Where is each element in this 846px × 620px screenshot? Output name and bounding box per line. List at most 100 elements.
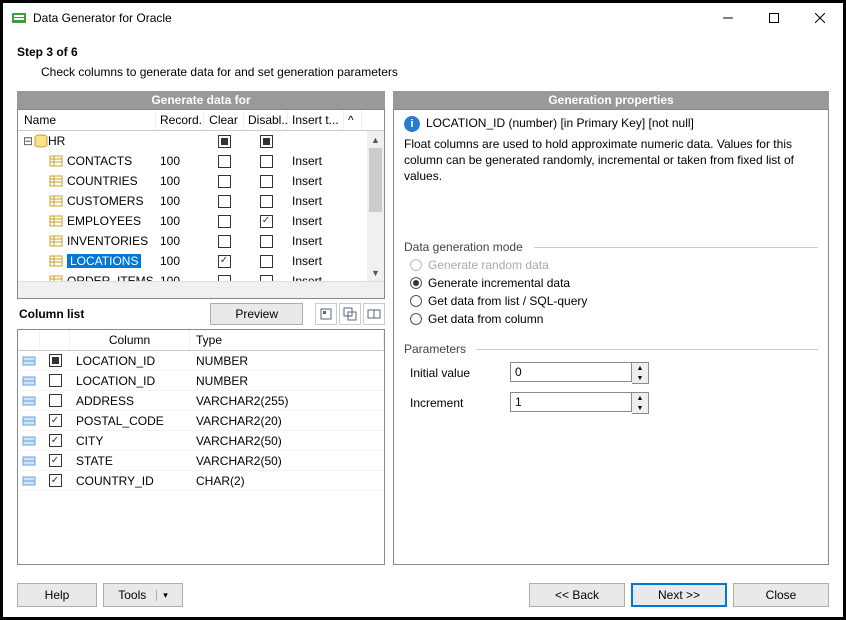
checkbox[interactable] bbox=[218, 215, 231, 228]
column-row[interactable]: LOCATION_ID NUMBER bbox=[18, 371, 384, 391]
th-type[interactable]: Type bbox=[190, 330, 384, 350]
tree-scrollbar-h[interactable] bbox=[18, 281, 384, 298]
table-name: COUNTRIES bbox=[67, 174, 138, 188]
checkbox[interactable] bbox=[218, 235, 231, 248]
checkbox[interactable] bbox=[260, 195, 273, 208]
th-name[interactable]: Name bbox=[18, 110, 156, 130]
maximize-button[interactable] bbox=[751, 3, 797, 33]
column-row[interactable]: LOCATION_ID NUMBER bbox=[18, 351, 384, 371]
tree-row[interactable]: ORDER_ITEMS 100 Insert bbox=[18, 271, 384, 281]
tree-root[interactable]: ⊟ HR bbox=[18, 131, 384, 151]
insert-cell[interactable]: Insert bbox=[288, 174, 344, 188]
checkbox[interactable] bbox=[260, 235, 273, 248]
checkbox[interactable] bbox=[260, 155, 273, 168]
radio-icon[interactable] bbox=[410, 277, 422, 289]
close-button[interactable] bbox=[797, 3, 843, 33]
records-cell[interactable]: 100 bbox=[156, 154, 204, 168]
column-icon bbox=[22, 354, 36, 368]
radio-list[interactable]: Get data from list / SQL-query bbox=[404, 292, 818, 310]
column-icon bbox=[22, 474, 36, 488]
table-icon bbox=[48, 153, 64, 169]
spin-down-icon[interactable]: ▼ bbox=[632, 373, 648, 383]
column-row[interactable]: ADDRESS VARCHAR2(255) bbox=[18, 391, 384, 411]
radio-icon[interactable] bbox=[410, 313, 422, 325]
th-disable[interactable]: Disabl... bbox=[244, 110, 288, 130]
th-insert[interactable]: Insert t... bbox=[288, 110, 344, 130]
next-button[interactable]: Next >> bbox=[631, 583, 727, 607]
records-cell[interactable]: 100 bbox=[156, 254, 204, 268]
th-caret: ^ bbox=[344, 110, 362, 130]
tree-row[interactable]: INVENTORIES 100 Insert bbox=[18, 231, 384, 251]
checkbox[interactable] bbox=[49, 474, 62, 487]
column-row[interactable]: STATE VARCHAR2(50) bbox=[18, 451, 384, 471]
scroll-down-icon[interactable]: ▼ bbox=[367, 264, 384, 281]
checkbox[interactable] bbox=[49, 354, 62, 367]
tree-row[interactable]: CONTACTS 100 Insert bbox=[18, 151, 384, 171]
scroll-thumb[interactable] bbox=[369, 148, 382, 212]
checkbox[interactable] bbox=[49, 374, 62, 387]
column-table: Column Type LOCATION_ID NUMBER LOCATION_… bbox=[17, 329, 385, 565]
records-cell[interactable]: 100 bbox=[156, 214, 204, 228]
radio-icon[interactable] bbox=[410, 295, 422, 307]
records-cell[interactable]: 100 bbox=[156, 234, 204, 248]
insert-cell[interactable]: Insert bbox=[288, 194, 344, 208]
checkbox[interactable] bbox=[218, 135, 231, 148]
radio-column[interactable]: Get data from column bbox=[404, 310, 818, 328]
insert-cell[interactable]: Insert bbox=[288, 254, 344, 268]
checkbox[interactable] bbox=[49, 414, 62, 427]
instruction-text: Check columns to generate data for and s… bbox=[41, 65, 829, 79]
minimize-button[interactable] bbox=[705, 3, 751, 33]
tree-scrollbar[interactable]: ▲ ▼ bbox=[367, 131, 384, 281]
checkbox[interactable] bbox=[260, 215, 273, 228]
toolbar-icon-3[interactable] bbox=[363, 303, 385, 325]
insert-cell[interactable]: Insert bbox=[288, 214, 344, 228]
column-type: VARCHAR2(255) bbox=[190, 394, 384, 408]
records-cell[interactable]: 100 bbox=[156, 194, 204, 208]
th-clear[interactable]: Clear bbox=[204, 110, 244, 130]
checkbox[interactable] bbox=[218, 155, 231, 168]
checkbox[interactable] bbox=[260, 275, 273, 282]
column-row[interactable]: COUNTRY_ID CHAR(2) bbox=[18, 471, 384, 491]
initial-value-input[interactable] bbox=[510, 362, 632, 382]
insert-cell[interactable]: Insert bbox=[288, 154, 344, 168]
toolbar-icon-2[interactable] bbox=[339, 303, 361, 325]
close-footer-button[interactable]: Close bbox=[733, 583, 829, 607]
column-row[interactable]: CITY VARCHAR2(50) bbox=[18, 431, 384, 451]
increment-input[interactable] bbox=[510, 392, 632, 412]
collapse-icon[interactable]: ⊟ bbox=[22, 134, 34, 148]
checkbox[interactable] bbox=[218, 275, 231, 282]
records-cell[interactable]: 100 bbox=[156, 274, 204, 281]
spin-up-icon[interactable]: ▲ bbox=[632, 363, 648, 373]
checkbox[interactable] bbox=[49, 434, 62, 447]
checkbox[interactable] bbox=[260, 135, 273, 148]
tree-row[interactable]: COUNTRIES 100 Insert bbox=[18, 171, 384, 191]
checkbox[interactable] bbox=[49, 394, 62, 407]
scroll-up-icon[interactable]: ▲ bbox=[367, 131, 384, 148]
info-icon: i bbox=[404, 116, 420, 132]
spin-up-icon[interactable]: ▲ bbox=[632, 393, 648, 403]
checkbox[interactable] bbox=[218, 255, 231, 268]
insert-cell[interactable]: Insert bbox=[288, 274, 344, 281]
th-records[interactable]: Record... bbox=[156, 110, 204, 130]
checkbox[interactable] bbox=[218, 195, 231, 208]
preview-button[interactable]: Preview bbox=[210, 303, 303, 325]
spin-down-icon[interactable]: ▼ bbox=[632, 403, 648, 413]
tree-row[interactable]: CUSTOMERS 100 Insert bbox=[18, 191, 384, 211]
chevron-down-icon[interactable]: ▾ bbox=[156, 590, 168, 601]
column-row[interactable]: POSTAL_CODE VARCHAR2(20) bbox=[18, 411, 384, 431]
checkbox[interactable] bbox=[260, 255, 273, 268]
back-button[interactable]: << Back bbox=[529, 583, 625, 607]
checkbox[interactable] bbox=[218, 175, 231, 188]
checkbox[interactable] bbox=[260, 175, 273, 188]
radio-incremental[interactable]: Generate incremental data bbox=[404, 274, 818, 292]
records-cell[interactable]: 100 bbox=[156, 174, 204, 188]
help-button[interactable]: Help bbox=[17, 583, 97, 607]
toolbar-icon-1[interactable] bbox=[315, 303, 337, 325]
tree-row[interactable]: LOCATIONS 100 Insert bbox=[18, 251, 384, 271]
insert-cell[interactable]: Insert bbox=[288, 234, 344, 248]
tree-row[interactable]: EMPLOYEES 100 Insert bbox=[18, 211, 384, 231]
checkbox[interactable] bbox=[49, 454, 62, 467]
tools-button[interactable]: Tools ▾ bbox=[103, 583, 183, 607]
table-name: INVENTORIES bbox=[67, 234, 148, 248]
th-column[interactable]: Column bbox=[70, 330, 190, 350]
